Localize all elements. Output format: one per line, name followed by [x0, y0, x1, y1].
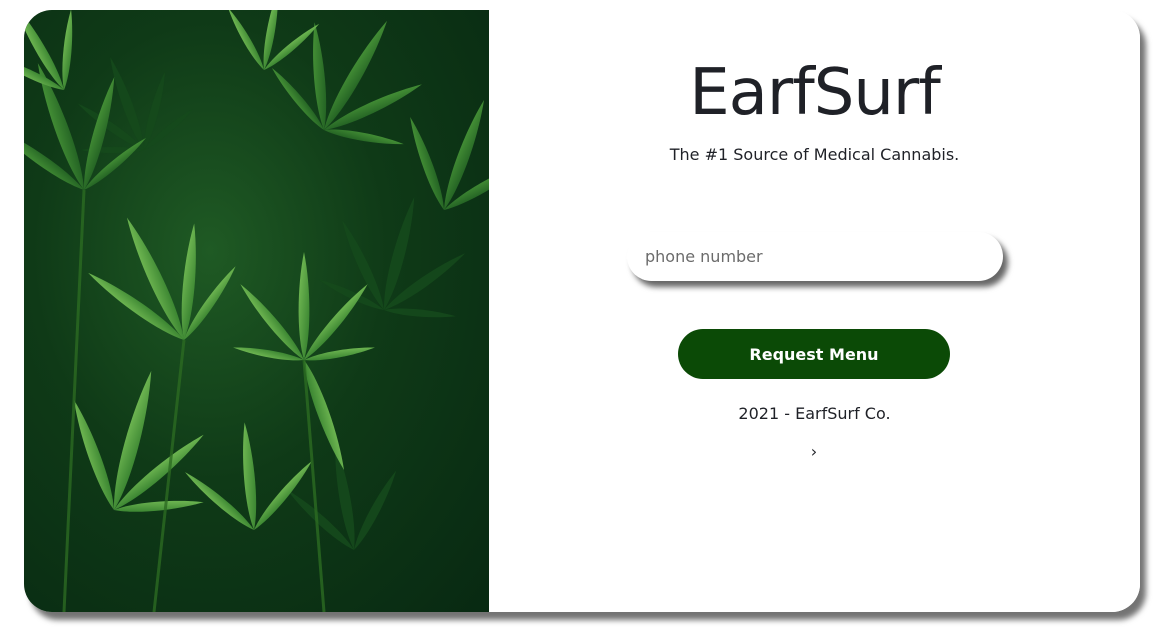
copyright-text: 2021 - EarfSurf Co. [738, 404, 891, 423]
phone-number-input[interactable] [627, 232, 1003, 281]
brand-title: EarfSurf [689, 56, 941, 130]
phone-field-wrapper [627, 232, 1003, 281]
brand-tagline: The #1 Source of Medical Cannabis. [669, 145, 960, 164]
chevron-right-icon[interactable]: › [804, 442, 824, 462]
login-panel: EarfSurf The #1 Source of Medical Cannab… [489, 10, 1140, 612]
login-card: EarfSurf The #1 Source of Medical Cannab… [24, 10, 1140, 612]
request-menu-button[interactable]: Request Menu [678, 329, 950, 379]
cannabis-leaves-photo [24, 10, 489, 612]
leaves-illustration [24, 10, 489, 612]
